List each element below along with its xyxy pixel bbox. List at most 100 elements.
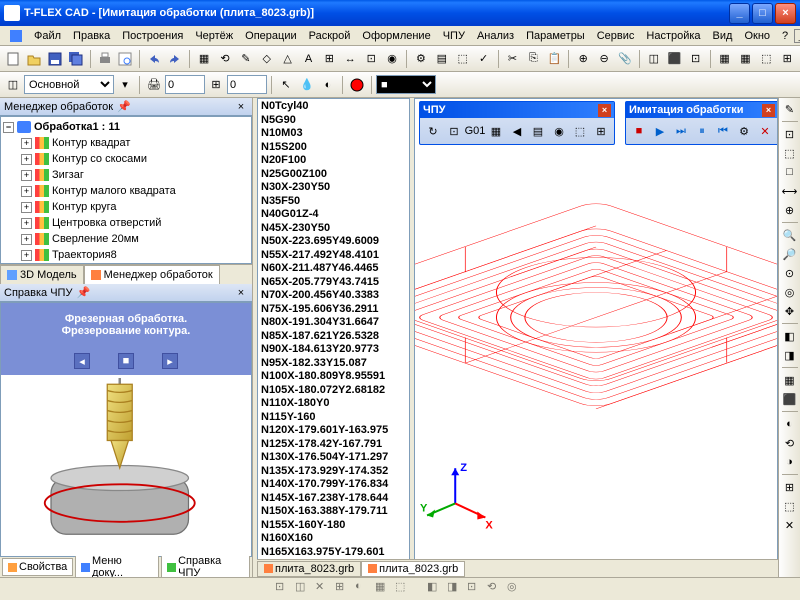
tool2-print-icon[interactable]: 🖨 [144,75,164,95]
sim-tool-icon[interactable]: ⚙ [734,121,754,141]
open-icon[interactable] [24,49,44,69]
menu-window[interactable]: Окно [738,28,776,44]
menu-operations[interactable]: Операции [239,28,302,44]
gcode-listing[interactable]: N0Tcyl40N5G90N10M03N15S200N20F100N25G00Z… [257,98,410,577]
print-preview-icon[interactable] [115,49,135,69]
gcode-line[interactable]: N15S200 [261,141,406,155]
menu-service[interactable]: Сервис [591,28,641,44]
sim-step-back-button[interactable]: ⏮ [713,121,733,141]
tree-item[interactable]: +Зигзаг [3,167,249,183]
cnc-tool-5[interactable]: ◀ [507,121,527,141]
simulation-float-toolbar[interactable]: Имитация обработки× ■ ▶ ⏭ ⏸ ⏮ ⚙ ✕ [625,101,778,145]
vtool-3[interactable]: □ [781,163,799,181]
3d-viewport[interactable]: ЧПУ× ↻ ⊡ G01 ▦ ◀ ▤ ◉ ⬚ ⊞ Имитация обрабо… [414,98,778,577]
menu-nesting[interactable]: Раскрой [303,28,357,44]
gcode-line[interactable]: N100X-180.809Y8.95591 [261,370,406,384]
gcode-line[interactable]: N135X-173.929Y-174.352 [261,465,406,479]
status-tool[interactable]: ◨ [447,580,465,598]
status-tool[interactable]: ✕ [315,580,333,598]
gcode-line[interactable]: N80X-191.304Y31.6647 [261,316,406,330]
status-tool[interactable]: ⊞ [335,580,353,598]
vtool-1[interactable]: ✎ [781,100,799,118]
menu-view[interactable]: Вид [707,28,739,44]
cnc-tool-1[interactable]: ↻ [423,121,443,141]
paste-icon[interactable]: 📋 [544,49,564,69]
gcode-line[interactable]: N0Tcyl40 [261,100,406,114]
gcode-line[interactable]: N70X-200.456Y40.3383 [261,289,406,303]
gcode-line[interactable]: N90X-184.613Y20.9773 [261,343,406,357]
dropper-icon[interactable]: 💧 [297,75,317,95]
operations-tree[interactable]: −Обработка1 : 11 +Контур квадрат +Контур… [0,116,252,264]
status-tool[interactable]: ◧ [427,580,445,598]
gcode-line[interactable]: N40G01Z-4 [261,208,406,222]
tab-operations-manager[interactable]: Менеджер обработок [84,265,220,284]
tool-check-icon[interactable]: ✓ [474,49,494,69]
menu-drawing[interactable]: Чертёж [189,28,239,44]
save-icon[interactable] [45,49,65,69]
tree-root[interactable]: −Обработка1 : 11 [3,119,249,135]
gcode-line[interactable]: N125X-178.42Y-167.791 [261,438,406,452]
gcode-line[interactable]: N20F100 [261,154,406,168]
tool-generic-6[interactable]: ⊞ [319,49,339,69]
gcode-line[interactable]: N10M03 [261,127,406,141]
minimize-button[interactable]: _ [729,3,750,24]
vtool-14[interactable]: ⊞ [781,478,799,496]
mdi-minimize-button[interactable]: _ [794,29,800,43]
doc-tab-active[interactable]: плита_8023.grb [361,561,465,577]
tool-generic-5[interactable]: △ [278,49,298,69]
tool-generic-14[interactable]: ◫ [644,49,664,69]
cnc-tool-8[interactable]: ⬚ [570,121,590,141]
cnc-tool-4[interactable]: ▦ [486,121,506,141]
tool-generic-2[interactable]: ⟲ [215,49,235,69]
menu-build[interactable]: Построения [116,28,189,44]
sim-pause-button[interactable]: ⏸ [692,121,712,141]
vtool-9[interactable]: ◨ [781,346,799,364]
cut-icon[interactable]: ✂ [503,49,523,69]
tool-generic-19[interactable]: ⬚ [756,49,776,69]
tool-generic-18[interactable]: ▦ [736,49,756,69]
print-icon[interactable] [95,49,115,69]
copy-icon[interactable]: ⎘ [523,49,543,69]
tool-generic-11[interactable]: ⬚ [453,49,473,69]
menu-parameters[interactable]: Параметры [520,28,591,44]
maximize-button[interactable]: □ [752,3,773,24]
gcode-line[interactable]: N130X-176.504Y-171.297 [261,451,406,465]
tool-generic-3[interactable]: ✎ [236,49,256,69]
vtool-zoom-fit-icon[interactable]: ⊡ [781,125,799,143]
status-tool[interactable]: ⊡ [275,580,293,598]
menu-cnc[interactable]: ЧПУ [437,28,471,44]
gcode-line[interactable]: N145X-167.238Y-178.644 [261,492,406,506]
tool-generic-16[interactable]: ⊡ [686,49,706,69]
gcode-line[interactable]: N150X-163.388Y-179.711 [261,505,406,519]
vtool-rotate-icon[interactable]: ⟲ [781,434,799,452]
color-select[interactable]: ■ [376,75,436,94]
gcode-line[interactable]: N5G90 [261,114,406,128]
tool-generic-8[interactable]: ⊡ [361,49,381,69]
vtool-12[interactable]: ◐ [781,415,799,433]
vtool-16[interactable]: ✕ [781,516,799,534]
attach-icon[interactable]: 📎 [615,49,635,69]
sim-cancel-button[interactable]: ✕ [755,121,775,141]
status-tool[interactable]: ◐ [355,580,373,598]
gcode-line[interactable]: N110X-180Y0 [261,397,406,411]
vtool-pan-icon[interactable]: ✥ [781,302,799,320]
tab-3d-model[interactable]: 3D Модель [0,265,84,284]
menu-design[interactable]: Оформление [356,28,436,44]
color-wheel-icon[interactable] [347,75,367,95]
pin-icon[interactable]: 📌 [76,286,90,300]
gcode-line[interactable]: N85X-187.621Y26.5328 [261,330,406,344]
menu-help[interactable]: ? [776,28,794,44]
status-tool[interactable]: ⟲ [487,580,505,598]
tool-generic-9[interactable]: ◉ [382,49,402,69]
close-icon[interactable]: × [762,104,775,117]
tree-item[interactable]: +Контур круга [3,199,249,215]
help-next-button[interactable]: ▸ [162,353,178,369]
redo-icon[interactable] [165,49,185,69]
pin-icon[interactable]: 📌 [117,100,131,114]
gcode-line[interactable]: N120X-179.601Y-163.975 [261,424,406,438]
gcode-line[interactable]: N55X-217.492Y48.4101 [261,249,406,263]
gcode-line[interactable]: N75X-195.606Y36.2911 [261,303,406,317]
gcode-line[interactable]: N115Y-160 [261,411,406,425]
cursor-icon[interactable]: ↖ [276,75,296,95]
new-icon[interactable] [3,49,23,69]
